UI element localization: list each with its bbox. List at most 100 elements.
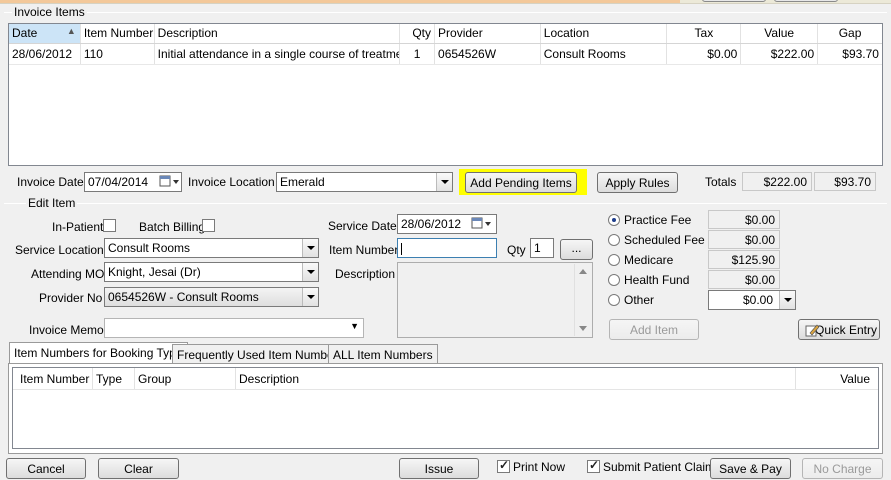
health-fund-value: $0.00: [708, 270, 780, 289]
column-header-location[interactable]: Location: [541, 24, 668, 43]
medicare-label: Medicare: [624, 253, 674, 267]
batch-billing-checkbox[interactable]: [202, 219, 215, 232]
invoice-items-label: Invoice Items: [12, 5, 87, 19]
scheduled-fee-value: $0.00: [708, 230, 780, 249]
column-header-date[interactable]: Date ▲: [9, 24, 81, 43]
tab-all-item-numbers[interactable]: ALL Item Numbers: [328, 344, 438, 363]
calendar-icon[interactable]: [158, 174, 180, 190]
cell-date: 28/06/2012: [9, 44, 81, 64]
tab-booking-type[interactable]: Item Numbers for Booking Type: [9, 342, 188, 363]
cell-provider: 0654526W: [435, 44, 541, 64]
qty-field[interactable]: 1: [530, 238, 554, 258]
service-location-select[interactable]: Consult Rooms: [104, 238, 319, 258]
add-item-button[interactable]: Add Item: [609, 319, 699, 340]
chevron-down-icon: [436, 173, 452, 191]
scheduled-fee-radio[interactable]: [608, 234, 620, 246]
other-fee-select[interactable]: $0.00: [708, 290, 796, 310]
health-fund-label: Health Fund: [624, 273, 690, 287]
tab-bar: Item Numbers for Booking Type Frequently…: [9, 342, 438, 364]
edit-item-label: Edit Item: [26, 196, 78, 210]
group-divider: [4, 203, 887, 204]
cell-description: Initial attendance in a single course of…: [155, 44, 401, 64]
item-number-label: Item Number: [329, 243, 399, 257]
description-label: Description: [335, 267, 396, 281]
column-header-item-number[interactable]: Item Number: [13, 368, 93, 389]
quick-entry-button[interactable]: Quick Entry: [798, 319, 880, 340]
cancel-button[interactable]: Cancel: [6, 458, 86, 479]
total-gap: $93.70: [814, 172, 876, 191]
other-label: Other: [624, 293, 655, 307]
apply-rules-button[interactable]: Apply Rules: [597, 172, 678, 193]
column-header-description[interactable]: Description: [155, 24, 401, 43]
scheduled-fee-label: Scheduled Fee: [624, 233, 705, 247]
column-header-type[interactable]: Type: [93, 368, 135, 389]
clear-button[interactable]: Clear: [98, 458, 179, 479]
provider-no-select[interactable]: 0654526W - Consult Rooms: [104, 287, 319, 307]
grid-header: Item Number Type Group Description Value: [13, 368, 878, 390]
column-header-tax[interactable]: Tax: [667, 24, 742, 43]
invoice-memo-select[interactable]: ▼: [104, 318, 364, 338]
description-field[interactable]: [397, 262, 593, 338]
qty-label: Qty: [507, 243, 526, 257]
cell-tax: $0.00: [667, 44, 742, 64]
column-header-provider[interactable]: Provider: [435, 24, 541, 43]
practice-fee-value: $0.00: [708, 210, 780, 229]
save-pay-button[interactable]: Save & Pay: [710, 458, 791, 479]
service-date-label: Service Date: [328, 219, 397, 233]
inpatient-label: In-Patient: [52, 220, 104, 234]
top-button-partial[interactable]: [702, 0, 766, 2]
cell-gap: $93.70: [842, 47, 879, 61]
chevron-down-icon: [302, 288, 318, 306]
submit-claim-checkbox[interactable]: [587, 458, 600, 473]
practice-fee-radio[interactable]: [608, 214, 620, 226]
attending-mo-label: Attending MO: [31, 267, 105, 281]
invoice-date-label: Invoice Date: [17, 175, 84, 189]
submit-claim-label: Submit Patient Claim: [603, 460, 716, 474]
tab-frequently-used[interactable]: Frequently Used Item Numbers: [172, 344, 349, 363]
column-header-group[interactable]: Group: [135, 368, 236, 389]
print-now-label: Print Now: [513, 460, 566, 474]
column-header-value[interactable]: Value: [741, 24, 819, 43]
provider-no-label: Provider No: [39, 291, 103, 305]
health-fund-radio[interactable]: [608, 274, 620, 286]
add-pending-items-button[interactable]: Add Pending Items: [465, 172, 577, 193]
invoice-location-select[interactable]: Emerald: [276, 172, 453, 192]
practice-fee-label: Practice Fee: [624, 213, 692, 227]
inpatient-checkbox[interactable]: [103, 219, 116, 232]
calendar-icon[interactable]: [470, 216, 492, 232]
item-numbers-grid[interactable]: Item Number Type Group Description Value: [12, 367, 879, 449]
print-now-checkbox[interactable]: [497, 458, 510, 473]
medicare-radio[interactable]: [608, 254, 620, 266]
column-header-gap[interactable]: Gap: [818, 24, 882, 43]
browse-item-button[interactable]: ...: [560, 239, 593, 260]
column-header-qty[interactable]: Qty: [400, 24, 436, 43]
scrollbar[interactable]: [574, 264, 591, 336]
chevron-down-icon: [302, 239, 318, 257]
medicare-value: $125.90: [708, 250, 780, 269]
chevron-down-icon: ▼: [350, 321, 359, 331]
item-number-field[interactable]: [397, 238, 497, 258]
invoice-memo-label: Invoice Memo: [29, 323, 104, 337]
issue-button[interactable]: Issue: [399, 458, 479, 479]
cell-location: Consult Rooms: [541, 44, 668, 64]
totals-label: Totals: [705, 175, 737, 189]
cell-item-number: 110: [81, 44, 155, 64]
top-button-partial[interactable]: [774, 0, 838, 2]
column-header-item-number[interactable]: Item Number: [81, 24, 155, 43]
column-header-description[interactable]: Description: [236, 368, 796, 389]
batch-billing-label: Batch Billing: [139, 220, 206, 234]
other-radio[interactable]: [608, 294, 620, 306]
invoice-items-grid[interactable]: Date ▲ Item Number Description Qty Provid…: [8, 23, 883, 166]
group-divider: [4, 12, 887, 13]
table-row[interactable]: 28/06/2012 110 Initial attendance in a s…: [9, 44, 882, 65]
grid-header: Date ▲ Item Number Description Qty Provid…: [9, 24, 882, 44]
chevron-down-icon: [779, 291, 795, 309]
column-header-value[interactable]: Value: [796, 368, 878, 389]
chevron-down-icon: [302, 263, 318, 281]
invoice-location-label: Invoice Location: [188, 175, 275, 189]
no-charge-button[interactable]: No Charge: [802, 458, 883, 479]
service-location-label: Service Location: [15, 243, 104, 257]
attending-mo-select[interactable]: Knight, Jesai (Dr): [104, 262, 319, 282]
tab-panel: Item Number Type Group Description Value: [8, 363, 883, 454]
total-value: $222.00: [742, 172, 812, 191]
